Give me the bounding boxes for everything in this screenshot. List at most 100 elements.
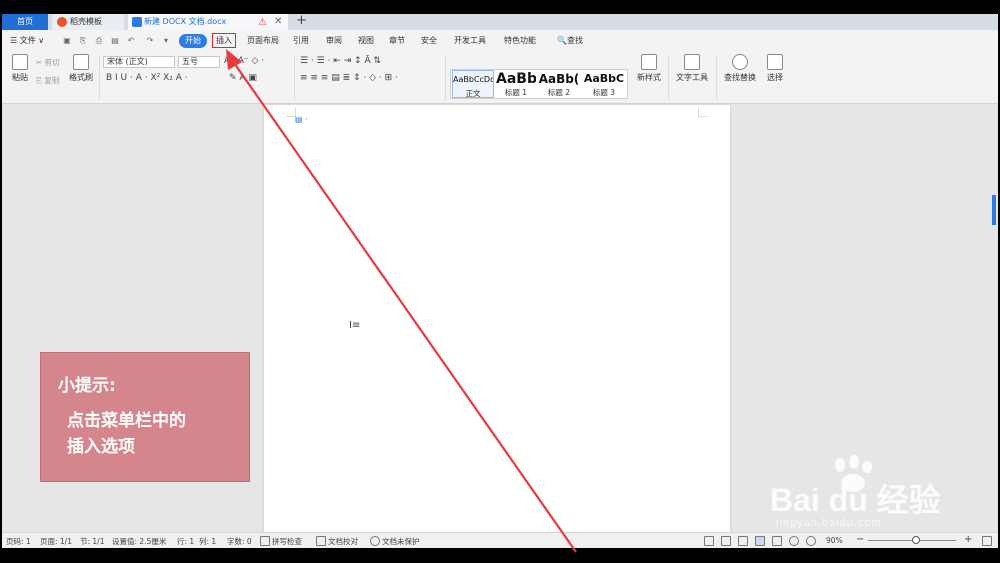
- page-corner-mark: [698, 107, 708, 117]
- zoom-slider[interactable]: [868, 536, 956, 544]
- status-setting: 设置值: 2.5厘米: [112, 537, 167, 546]
- protect-status[interactable]: 文档未保护: [382, 536, 420, 547]
- style-preview: AaBb(: [538, 72, 580, 86]
- fit-page-icon[interactable]: [982, 536, 992, 546]
- spell-check-button[interactable]: 拼写检查: [272, 536, 302, 547]
- tab-references[interactable]: 引用: [293, 35, 309, 46]
- export-icon[interactable]: ⎘: [78, 36, 88, 45]
- template-icon: [57, 17, 67, 27]
- tab-home[interactable]: 首页: [2, 14, 48, 30]
- new-style-button[interactable]: 新样式: [632, 54, 666, 83]
- select-button[interactable]: 选择: [762, 54, 788, 83]
- tab-insert[interactable]: 插入: [212, 33, 236, 48]
- style-heading-3[interactable]: AaBbC 标题 3: [581, 70, 627, 98]
- format-painter-label: 格式刷: [69, 73, 93, 82]
- text-tools-label: 文字工具: [676, 73, 708, 82]
- font-name-dropdown[interactable]: 宋体 (正文): [103, 56, 175, 68]
- proofread-icon: [316, 536, 326, 546]
- tab-review[interactable]: 审阅: [326, 35, 342, 46]
- paste-icon: [12, 54, 28, 70]
- style-normal[interactable]: AaBbCcDd 正文: [452, 70, 494, 98]
- spell-check-icon: [260, 536, 270, 546]
- tab-template[interactable]: 稻壳模板: [52, 14, 124, 30]
- tip-card: 小提示: 点击菜单栏中的 插入选项: [40, 352, 250, 482]
- style-name: 标题 3: [592, 88, 616, 97]
- tab-developer[interactable]: 开发工具: [454, 35, 486, 46]
- tab-document-label: 新建 DOCX 文档.docx: [144, 17, 227, 26]
- tab-features[interactable]: 特色功能: [504, 35, 536, 46]
- tab-chapter[interactable]: 章节: [389, 35, 405, 46]
- print-icon[interactable]: ⎙: [94, 36, 104, 45]
- document-page[interactable]: ▤ · I≡: [264, 105, 730, 541]
- zoom-in-button[interactable]: +: [964, 534, 972, 545]
- status-page-number: 页码: 1: [6, 537, 31, 546]
- tab-document[interactable]: 新建 DOCX 文档.docx ⚠ ✕: [128, 14, 288, 30]
- format-buttons[interactable]: B I U · A · X² X₂ A ·: [106, 73, 188, 83]
- tab-template-label: 稻壳模板: [70, 17, 102, 26]
- zoom-level[interactable]: 90%: [826, 536, 843, 545]
- format-painter-icon: [73, 54, 89, 70]
- tab-security[interactable]: 安全: [421, 35, 437, 46]
- customize-icon[interactable]: ▾: [161, 36, 171, 45]
- align-buttons[interactable]: ≡ ≡ ≡ ▤ ≣ ⇕ · ◇ · ⊞ ·: [300, 73, 398, 83]
- style-heading-1[interactable]: AaBb 标题 1: [496, 70, 536, 98]
- proofread-button[interactable]: 文档校对: [328, 536, 358, 547]
- cursor-arrow-icon: [767, 54, 783, 70]
- zoom-out-button[interactable]: −: [856, 534, 864, 545]
- paste-button[interactable]: 粘贴: [8, 54, 32, 83]
- tab-page-layout[interactable]: 页面布局: [247, 35, 279, 46]
- style-preview: AaBbCcDd: [453, 75, 494, 84]
- status-column: 列: 1: [199, 537, 217, 546]
- outline-view-icon[interactable]: [772, 536, 782, 546]
- find-replace-button[interactable]: 查找替换: [720, 54, 760, 83]
- text-cursor-icon: I≡: [349, 320, 361, 331]
- protect-icon: [370, 536, 380, 546]
- zoom-slider-knob[interactable]: [912, 536, 921, 544]
- screen-frame: 首页 稻壳模板 新建 DOCX 文档.docx ⚠ ✕ + ☰ 文件 ∨ ▣ ⎘…: [0, 0, 1000, 563]
- warning-icon: ⚠: [258, 17, 267, 28]
- tip-title: 小提示:: [58, 376, 116, 396]
- ribbon-divider: [716, 56, 717, 100]
- text-tools-button[interactable]: 文字工具: [672, 54, 712, 83]
- style-heading-2[interactable]: AaBb( 标题 2: [537, 70, 581, 98]
- new-tab-button[interactable]: +: [296, 14, 307, 28]
- select-label: 选择: [767, 73, 783, 82]
- new-style-label: 新样式: [637, 73, 661, 82]
- ribbon-divider: [668, 56, 669, 100]
- font-size-dropdown[interactable]: 五号: [178, 56, 220, 68]
- copy-button[interactable]: ⎘ 复制: [36, 75, 59, 86]
- file-menu[interactable]: ☰ 文件 ∨: [10, 35, 44, 46]
- page-view-icon[interactable]: [755, 536, 765, 546]
- close-tab-icon[interactable]: ✕: [274, 14, 282, 30]
- list-buttons[interactable]: ☰ · ☰ · ⇤ ⇥ ↕ Ā ⇅: [300, 56, 381, 66]
- wrench-icon: [684, 54, 700, 70]
- tip-text-line: 插入选项: [67, 437, 135, 457]
- cut-button[interactable]: ✂ 剪切: [36, 57, 60, 68]
- save-icon[interactable]: ▣: [62, 36, 72, 45]
- format-painter-button[interactable]: 格式刷: [66, 54, 96, 83]
- paragraph-layout-icon[interactable]: ▤ ·: [295, 115, 308, 124]
- tab-view[interactable]: 视图: [358, 35, 374, 46]
- ribbon-divider: [445, 56, 446, 100]
- writer-doc-icon: [132, 17, 142, 27]
- web-view-icon[interactable]: [789, 536, 799, 546]
- tab-start[interactable]: 开始: [179, 34, 207, 48]
- undo-icon[interactable]: ↶: [126, 36, 136, 45]
- style-name: 标题 2: [547, 88, 571, 97]
- paste-label: 粘贴: [12, 73, 28, 82]
- redo-icon[interactable]: ↷: [145, 36, 155, 45]
- side-marker[interactable]: [992, 195, 996, 225]
- tab-bar: 首页 稻壳模板 新建 DOCX 文档.docx ⚠ ✕ +: [2, 14, 998, 30]
- edit-mode-icon[interactable]: [738, 536, 748, 546]
- preview-icon[interactable]: ▤: [110, 36, 120, 45]
- status-word-count[interactable]: 字数: 0: [227, 536, 252, 547]
- cut-label: 剪切: [44, 58, 60, 67]
- eye-protect-icon[interactable]: [806, 536, 816, 546]
- search-command[interactable]: 🔍查找: [557, 35, 583, 46]
- reading-mode-icon[interactable]: [721, 536, 731, 546]
- grow-font-icon[interactable]: A⁺ A⁻ ◇ ·: [224, 56, 264, 66]
- style-name: 正文: [465, 89, 481, 98]
- menu-bar: ☰ 文件 ∨ ▣ ⎘ ⎙ ▤ ↶ ↷ ▾ 开始 插入 页面布局 引用 审阅 视图…: [2, 30, 998, 52]
- highlight-color-icon[interactable]: ✎ A ▣: [229, 73, 257, 83]
- fullscreen-icon[interactable]: [704, 536, 714, 546]
